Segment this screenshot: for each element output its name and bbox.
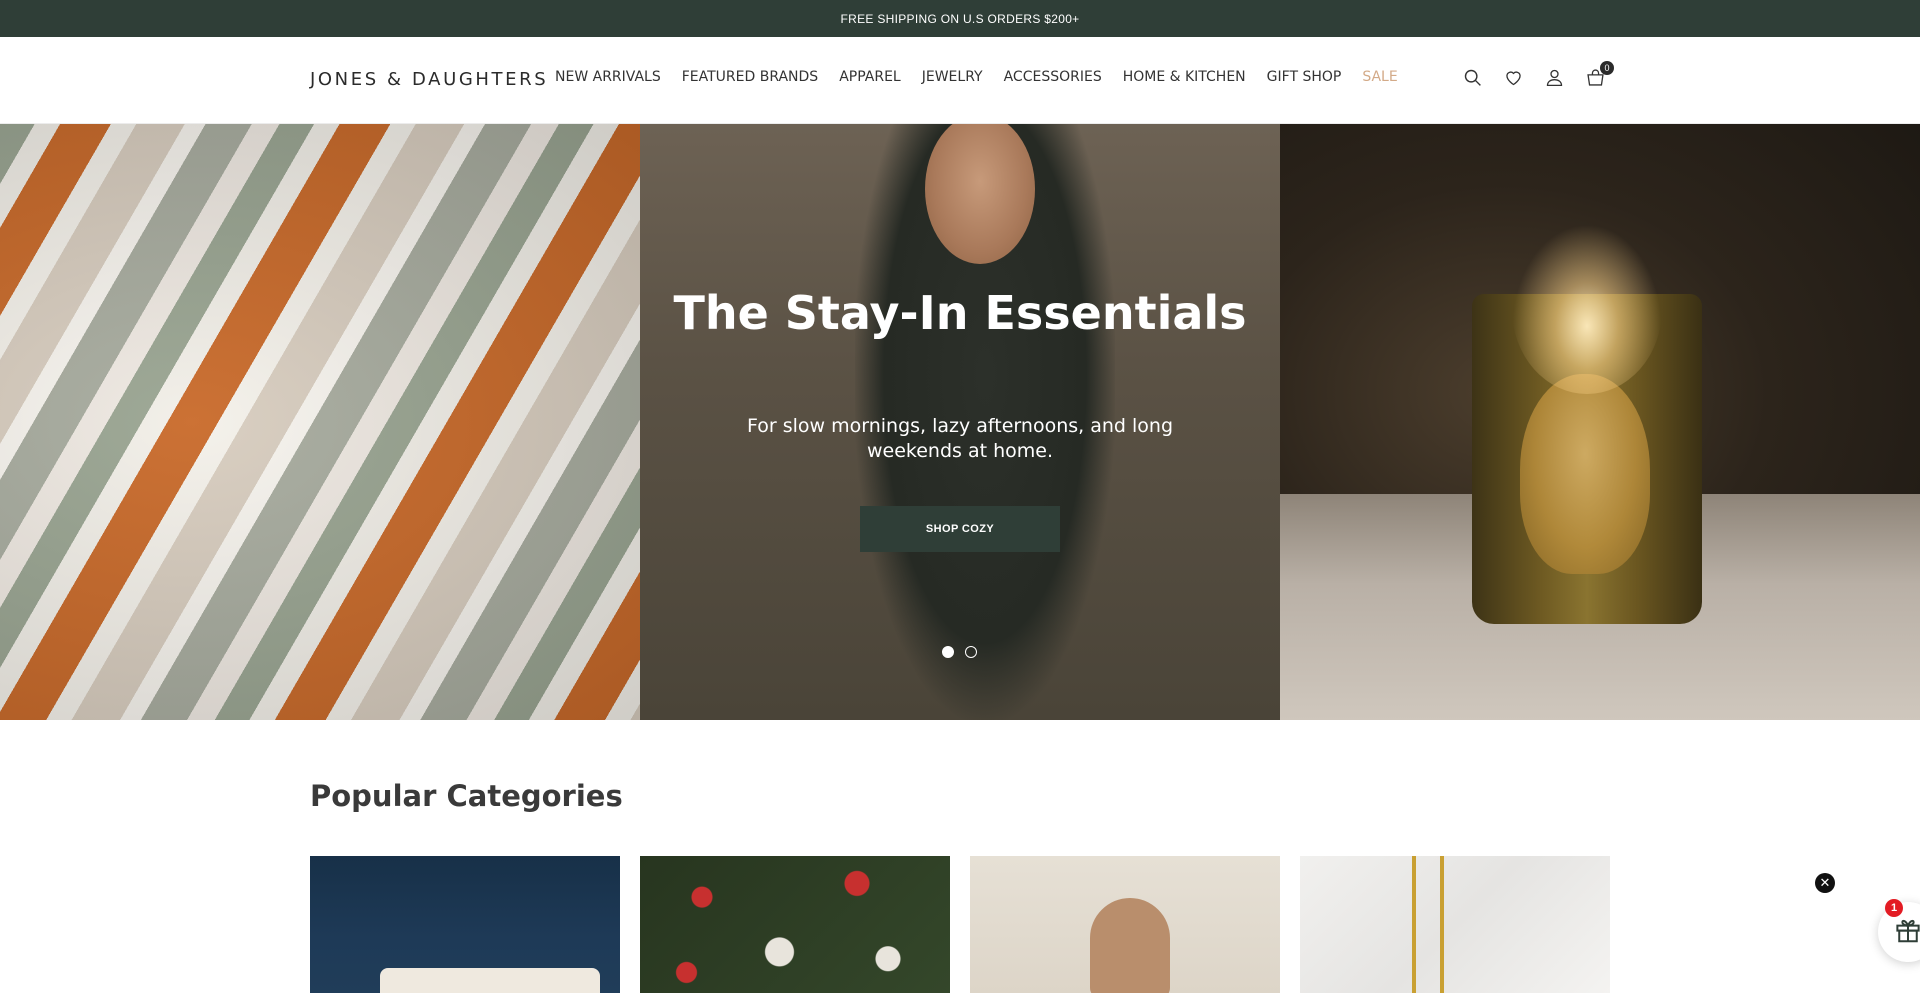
category-card-apparel[interactable] [970, 856, 1280, 993]
hero-flame-glow [1512, 224, 1662, 394]
nav-apparel[interactable]: APPAREL [839, 69, 901, 85]
gift-icon [1893, 915, 1920, 950]
shop-cozy-button[interactable]: SHOP COZY [860, 506, 1060, 552]
carousel-dots [942, 646, 977, 658]
hero-image-blanket [0, 124, 640, 720]
nav-gift-shop[interactable]: GIFT SHOP [1267, 69, 1342, 85]
cart-count-badge: 0 [1600, 61, 1614, 75]
category-card-games[interactable] [640, 856, 950, 993]
nav-accessories[interactable]: ACCESSORIES [1004, 69, 1102, 85]
announcement-text: FREE SHIPPING ON U.S ORDERS $200+ [840, 11, 1080, 26]
main-nav: NEW ARRIVALS FEATURED BRANDS APPAREL JEW… [555, 69, 1398, 85]
nav-jewelry[interactable]: JEWELRY [922, 69, 983, 85]
nav-featured-brands[interactable]: FEATURED BRANDS [682, 69, 818, 85]
wishlist-icon[interactable] [1503, 67, 1524, 88]
header-icons: 0 [1462, 61, 1614, 88]
nav-home-kitchen[interactable]: HOME & KITCHEN [1123, 69, 1246, 85]
popular-categories-title: Popular Categories [310, 779, 623, 813]
search-icon[interactable] [1462, 67, 1483, 88]
carousel-dot-2[interactable] [965, 646, 977, 658]
category-cards [310, 856, 1610, 993]
logo[interactable]: JONES & DAUGHTERS [310, 69, 548, 90]
cart-icon[interactable]: 0 [1585, 61, 1614, 88]
category-card-jewelry[interactable] [1300, 856, 1610, 993]
carousel-dot-1[interactable] [942, 646, 954, 658]
site-header: JONES & DAUGHTERS NEW ARRIVALS FEATURED … [0, 37, 1920, 124]
hero-image-candle [1280, 124, 1920, 720]
category-card-bedding[interactable] [310, 856, 620, 993]
hero-title: The Stay-In Essentials [673, 286, 1247, 340]
hero-carousel: The Stay-In Essentials For slow mornings… [0, 124, 1920, 720]
hero-candle-crest [1520, 374, 1650, 574]
nav-sale[interactable]: SALE [1362, 69, 1397, 85]
nav-new-arrivals[interactable]: NEW ARRIVALS [555, 69, 661, 85]
hero-subtitle: For slow mornings, lazy afternoons, and … [746, 415, 1173, 462]
announcement-bar: FREE SHIPPING ON U.S ORDERS $200+ [0, 0, 1920, 37]
gift-close-icon[interactable]: ✕ [1815, 873, 1835, 893]
gift-badge-count: 1 [1885, 899, 1903, 917]
account-icon[interactable] [1544, 67, 1565, 88]
